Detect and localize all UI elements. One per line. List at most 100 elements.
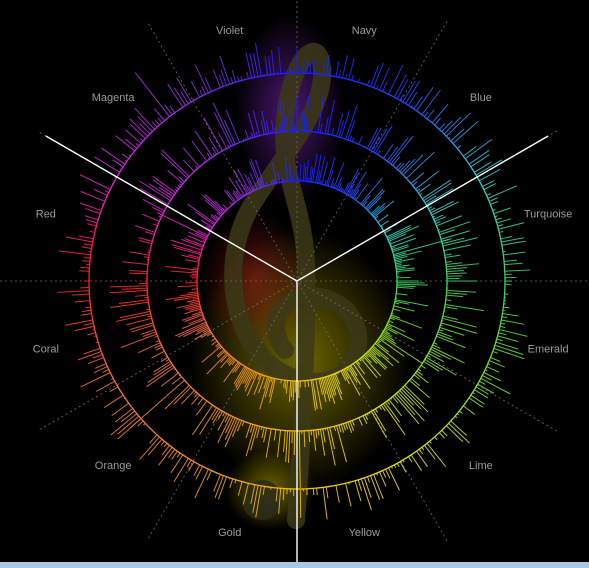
spectrum-bar: [244, 193, 247, 196]
spectrum-bar: [142, 331, 157, 337]
ring-arc: [364, 146, 373, 152]
spectrum-bar: [134, 72, 170, 117]
spectrum-bar: [429, 440, 432, 444]
ring-arc: [141, 419, 151, 429]
ring-arc: [162, 348, 168, 357]
spectrum-bar: [186, 459, 192, 468]
spectrum-bar: [406, 151, 435, 179]
ring-arc: [436, 227, 441, 236]
ring-arc: [322, 183, 329, 187]
spectrum-bar: [446, 292, 468, 295]
spectrum-bar: [83, 243, 93, 246]
spectrum-bar: [121, 153, 130, 160]
spectrum-bar: [394, 258, 403, 262]
spectrum-bar: [153, 362, 172, 376]
spectrum-bar: [171, 376, 182, 385]
spectrum-bar: [424, 111, 429, 117]
spectrum-bar: [230, 77, 234, 84]
spectrum-bar: [291, 112, 293, 132]
spectrum-bar: [408, 91, 418, 106]
spectrum-bar: [385, 468, 391, 479]
spectrum-bar: [58, 250, 91, 256]
ring-arc: [400, 454, 411, 463]
spectrum-bar: [72, 293, 90, 296]
spectrum-bar: [396, 293, 408, 296]
spectrum-bar: [422, 179, 451, 200]
spectrum-bar: [222, 204, 228, 210]
spectrum-bar: [213, 474, 221, 492]
spectrum-bar: [437, 331, 452, 338]
spectrum-bar: [184, 238, 204, 247]
spectrum-bar: [82, 309, 92, 313]
spectrum-bar: [430, 200, 454, 214]
spectrum-bar: [281, 177, 284, 183]
spectrum-bar: [80, 313, 92, 316]
spectrum-bar: [446, 289, 477, 293]
spectrum-bar: [80, 266, 90, 269]
spectrum-bar: [387, 321, 390, 324]
spectrum-bar: [138, 342, 161, 354]
spectrum-bar: [503, 306, 510, 309]
spectrum-bar: [140, 138, 144, 142]
spectrum-bar: [379, 471, 387, 487]
spectrum-bar: [430, 348, 452, 360]
spectrum-bar: [159, 213, 163, 216]
spectrum-bar: [242, 138, 245, 141]
ring-arc: [443, 249, 446, 259]
spectrum-bar: [181, 390, 195, 405]
ring-arc: [134, 140, 144, 151]
spectrum-bar: [440, 230, 470, 240]
spectrum-bar: [350, 171, 367, 197]
spectrum-bar: [439, 229, 455, 236]
spectrum-bar: [496, 218, 511, 224]
spectrum-bar: [402, 459, 405, 463]
spectrum-bar: [77, 350, 102, 361]
spectrum-bar: [146, 308, 150, 311]
spectrum-bar: [503, 251, 526, 256]
spectrum-bar: [405, 80, 421, 104]
spectrum-bar: [504, 262, 523, 266]
spectrum-bar: [456, 413, 460, 416]
spectrum-bar: [304, 380, 306, 388]
spectrum-bar: [391, 312, 394, 315]
spectrum-bar: [380, 220, 389, 227]
ring-arc: [147, 256, 150, 266]
spectrum-bar: [109, 386, 119, 393]
spectrum-bar: [366, 79, 370, 86]
spectrum-bar: [354, 480, 362, 502]
spectrum-bar: [115, 135, 135, 152]
ring-arc: [350, 140, 359, 145]
sector-label-violet: Violet: [216, 25, 243, 37]
spectrum-bar: [501, 316, 508, 319]
spectrum-bar: [390, 136, 414, 165]
spectrum-bar: [500, 322, 506, 325]
sector-label-coral: Coral: [33, 343, 59, 355]
spectrum-bar: [151, 121, 158, 128]
spectrum-bar: [83, 322, 94, 326]
spectrum-bar: [446, 294, 463, 298]
ring-arc: [182, 454, 194, 462]
ring-arc: [426, 348, 432, 357]
spectrum-bar: [441, 239, 449, 242]
spectrum-bar: [495, 341, 519, 350]
spectrum-bar: [137, 420, 144, 427]
ring-arc: [422, 198, 428, 207]
spectrum-bar: [325, 486, 329, 499]
ring-arc: [98, 344, 104, 356]
spectrum-bar: [410, 454, 423, 471]
spectrum-bar: [178, 374, 181, 376]
ring-arc: [280, 379, 287, 382]
ring-arc: [490, 345, 496, 357]
spectrum-bar: [410, 172, 425, 184]
spectrum-bar: [199, 90, 204, 96]
spectrum-bar: [428, 206, 433, 210]
spectrum-bar: [213, 406, 216, 408]
spectrum-bar: [394, 250, 422, 259]
spectrum-bar: [429, 207, 435, 212]
spectrum-bar: [193, 267, 198, 269]
spectrum-bar: [438, 329, 444, 332]
spectrum-bar: [191, 270, 198, 273]
spectrum-bar: [435, 221, 441, 225]
spectrum-bar: [195, 466, 204, 480]
spectrum-bar: [504, 269, 531, 272]
